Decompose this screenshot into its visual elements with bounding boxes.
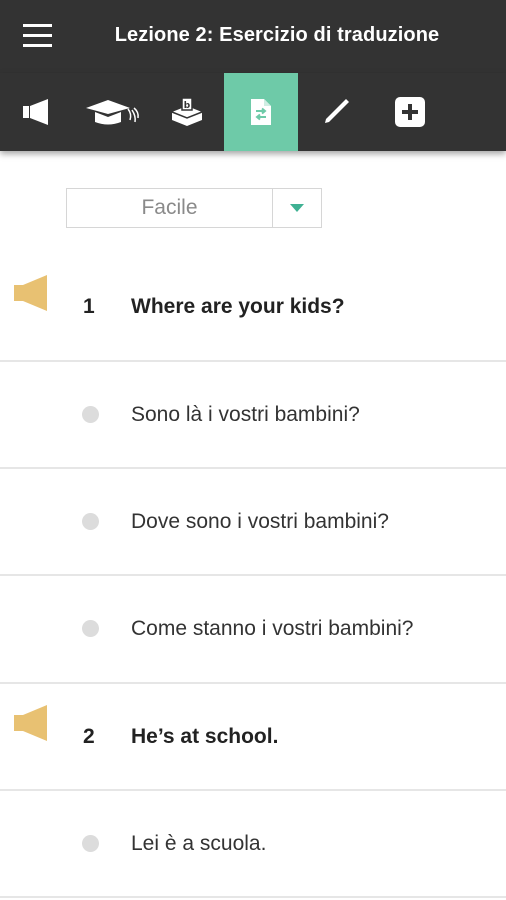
question-row: 1 Where are your kids?: [0, 254, 506, 360]
question-text: Where are your kids?: [131, 295, 345, 318]
tool-write-button[interactable]: [299, 73, 373, 151]
tool-learn-button[interactable]: [75, 73, 149, 151]
divider: [0, 896, 506, 898]
speaker-icon[interactable]: [13, 704, 51, 747]
option-text[interactable]: Dove sono i vostri bambini?: [131, 469, 389, 575]
chevron-down-icon[interactable]: [273, 189, 321, 227]
difficulty-value: Facile: [141, 196, 198, 219]
speaker-icon[interactable]: [13, 274, 51, 317]
app-header: Lezione 2: Esercizio di traduzione: [0, 0, 506, 73]
tool-quiz-button[interactable]: b: [150, 73, 224, 151]
lesson-toolbar: b: [0, 73, 506, 151]
option-text[interactable]: Lei è a scuola.: [131, 791, 266, 897]
tool-translation-button[interactable]: [224, 73, 298, 151]
option-radio[interactable]: [82, 513, 99, 530]
option-text[interactable]: Sono là i vostri bambini?: [131, 362, 360, 468]
tool-audio-button[interactable]: [0, 73, 74, 151]
answer-option[interactable]: Lei è a scuola.: [0, 791, 506, 897]
answer-option[interactable]: Dove sono i vostri bambini?: [0, 469, 506, 575]
tool-add-button[interactable]: [373, 73, 447, 151]
page-title: Lezione 2: Esercizio di traduzione: [114, 24, 440, 46]
plus-square-icon: [395, 97, 425, 127]
question-text: He’s at school.: [131, 725, 279, 748]
option-radio[interactable]: [82, 406, 99, 423]
translate-document-icon: [251, 99, 271, 125]
difficulty-select[interactable]: Facile: [66, 188, 322, 228]
option-radio[interactable]: [82, 620, 99, 637]
option-radio[interactable]: [82, 835, 99, 852]
megaphone-icon: [23, 99, 48, 125]
question-row: 2 He’s at school.: [0, 684, 506, 790]
question-number: 2: [83, 725, 95, 748]
answer-option[interactable]: Come stanno i vostri bambini?: [0, 576, 506, 682]
answer-option[interactable]: Sono là i vostri bambini?: [0, 362, 506, 468]
option-text[interactable]: Come stanno i vostri bambini?: [131, 576, 413, 682]
ballot-box-icon: b: [171, 97, 203, 126]
pencil-icon: [325, 99, 349, 123]
graduation-cap-icon: [86, 100, 139, 125]
question-number: 1: [83, 295, 95, 318]
svg-text:b: b: [184, 101, 191, 111]
